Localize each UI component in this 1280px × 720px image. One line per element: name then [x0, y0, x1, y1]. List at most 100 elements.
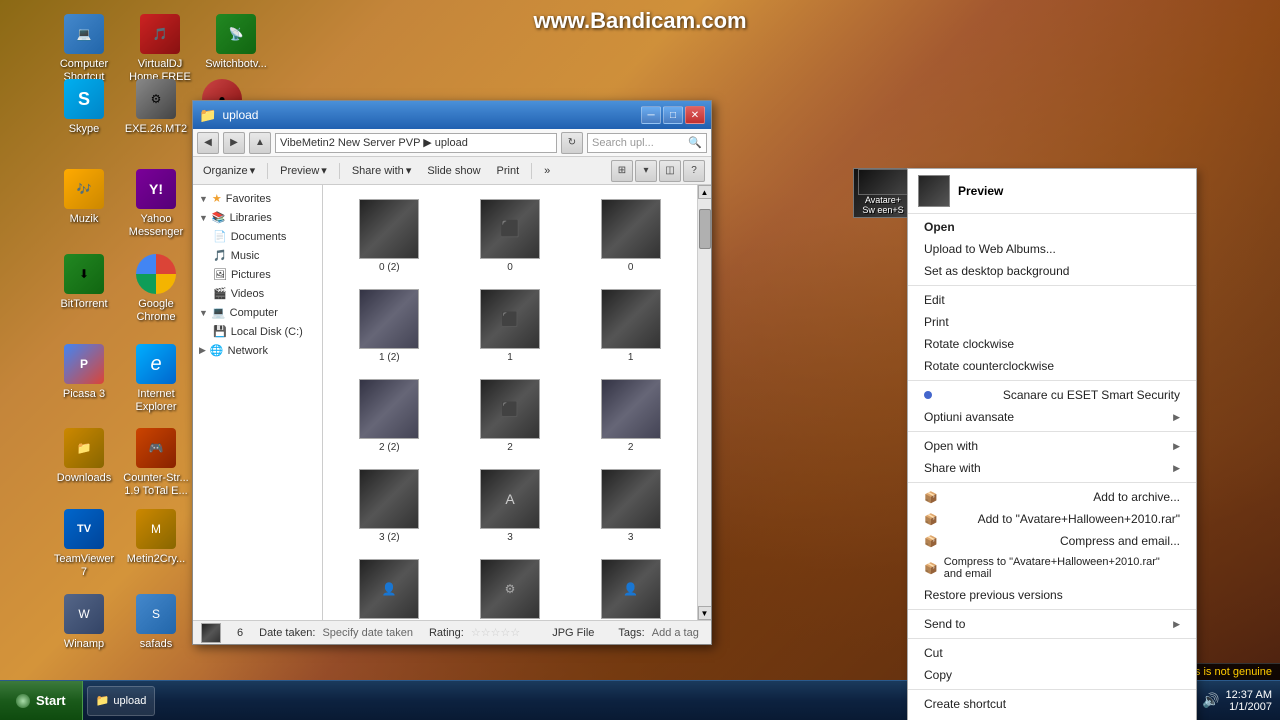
file-item[interactable]: ⬛ 1	[452, 283, 569, 369]
winamp-label: Winamp	[64, 638, 104, 651]
taskbar-item-explorer[interactable]: 📁 upload	[87, 686, 156, 716]
desktop-icon-picasa[interactable]: P Picasa 3	[44, 340, 124, 405]
desktop-icon-downloads[interactable]: 📁 Downloads	[44, 424, 124, 489]
desktop-icon-counter[interactable]: 🎮 Counter-Str...1.9 ToTal E...	[116, 424, 196, 502]
nav-local-disk[interactable]: 💾 Local Disk (C:)	[193, 322, 322, 341]
safads-icon: S	[136, 594, 176, 634]
help-button[interactable]: ?	[683, 160, 705, 182]
view-arrow-button[interactable]: ▾	[635, 160, 657, 182]
file-item[interactable]: 3	[572, 463, 689, 549]
window-titlebar: 📁 upload ─ □ ✕	[193, 101, 711, 129]
computer-icon: 💻	[64, 14, 104, 54]
desktop-icon-metin2[interactable]: M Metin2Cry...	[116, 505, 196, 570]
context-item-create-shortcut[interactable]: Create shortcut	[908, 693, 1196, 715]
favorites-section[interactable]: ▼ ★ Favorites	[193, 189, 322, 208]
file-panel: 0 (2) ⬛ 0 0 1 (2)	[323, 185, 697, 620]
context-item-desktop-bg[interactable]: Set as desktop background	[908, 260, 1196, 282]
scroll-track[interactable]	[698, 199, 711, 606]
context-item-copy[interactable]: Copy	[908, 664, 1196, 686]
file-item[interactable]: 1 (2)	[331, 283, 448, 369]
desktop: www.Bandicam.com 💻 ComputerShortcut 🎵 Vi…	[0, 0, 1280, 720]
minimize-button[interactable]: ─	[641, 106, 661, 124]
scrollbar-vertical[interactable]: ▲ ▼	[697, 185, 711, 620]
view-change-button[interactable]: ⊞	[611, 160, 633, 182]
file-item[interactable]: 2 (2)	[331, 373, 448, 459]
file-item[interactable]: ⬛ 0	[452, 193, 569, 279]
context-item-upload[interactable]: Upload to Web Albums...	[908, 238, 1196, 260]
scroll-up-arrow[interactable]: ▲	[698, 185, 712, 199]
file-item[interactable]: A 3	[452, 463, 569, 549]
close-button[interactable]: ✕	[685, 106, 705, 124]
file-thumbnail: ⬛	[480, 379, 540, 439]
desktop-icon-switch[interactable]: 📡 Switchbotv...	[196, 10, 276, 75]
desktop-icon-winamp[interactable]: W Winamp	[44, 590, 124, 655]
up-button[interactable]: ▲	[249, 132, 271, 154]
file-item[interactable]: ⚙ 4	[452, 553, 569, 620]
switch-icon: 📡	[216, 14, 256, 54]
context-item-optiuni[interactable]: Optiuni avansate ▶	[908, 406, 1196, 428]
file-item[interactable]: 👤 4 (2)	[331, 553, 448, 620]
file-item[interactable]: ⬛ 2	[452, 373, 569, 459]
preview-button[interactable]: Preview ▾	[276, 162, 331, 179]
file-item[interactable]: 👤 4	[572, 553, 689, 620]
maximize-button[interactable]: □	[663, 106, 683, 124]
nav-documents[interactable]: 📄 Documents	[193, 227, 322, 246]
search-placeholder: Search upl...	[592, 137, 654, 149]
address-path[interactable]: VibeMetin2 New Server PVP ▶ upload	[275, 133, 557, 153]
context-item-add-rar[interactable]: 📦 Add to "Avatare+Halloween+2010.rar"	[908, 508, 1196, 530]
computer-section[interactable]: ▼ 💻 Computer	[193, 303, 322, 322]
context-item-edit[interactable]: Edit	[908, 289, 1196, 311]
search-box[interactable]: Search upl... 🔍	[587, 133, 707, 153]
refresh-button[interactable]: ↻	[561, 132, 583, 154]
slideshow-button[interactable]: Slide show	[423, 163, 484, 179]
more-button[interactable]: »	[540, 163, 554, 179]
nav-music[interactable]: 🎵 Music	[193, 246, 322, 265]
context-item-open[interactable]: Open	[908, 216, 1196, 238]
context-item-compress-rar-email[interactable]: 📦 Compress to "Avatare+Halloween+2010.ra…	[908, 552, 1196, 584]
scroll-thumb[interactable]	[699, 209, 711, 249]
context-item-print[interactable]: Print	[908, 311, 1196, 333]
context-item-open-with[interactable]: Open with ▶	[908, 435, 1196, 457]
file-item[interactable]: 2	[572, 373, 689, 459]
file-label: 1 (2)	[379, 352, 400, 363]
context-item-cut[interactable]: Cut	[908, 642, 1196, 664]
context-item-eset[interactable]: Scanare cu ESET Smart Security	[908, 384, 1196, 406]
desktop-icon-skype[interactable]: S Skype	[44, 75, 124, 140]
print-button[interactable]: Print	[493, 163, 524, 179]
context-item-rotate-cw[interactable]: Rotate clockwise	[908, 333, 1196, 355]
back-button[interactable]: ◀	[197, 132, 219, 154]
context-item-delete[interactable]: Delete	[908, 715, 1196, 720]
file-label: 2	[628, 442, 634, 453]
desktop-icon-teamviewer[interactable]: TV TeamViewer7	[44, 505, 124, 583]
file-label: 2 (2)	[379, 442, 400, 453]
preview-pane-button[interactable]: ◫	[659, 160, 681, 182]
context-item-share-with[interactable]: Share with ▶	[908, 457, 1196, 479]
desktop-icon-bittorrent[interactable]: ⬇ BitTorrent	[44, 250, 124, 315]
context-item-add-archive[interactable]: 📦 Add to archive...	[908, 486, 1196, 508]
libraries-section[interactable]: ▼ 📚 Libraries	[193, 208, 322, 227]
nav-pictures[interactable]: 🖼 Pictures	[193, 265, 322, 284]
scroll-down-arrow[interactable]: ▼	[698, 606, 712, 620]
network-section[interactable]: ▶ 🌐 Network	[193, 341, 322, 360]
desktop-icon-safads[interactable]: S safads	[116, 590, 196, 655]
nav-panel: ▼ ★ Favorites ▼ 📚 Libraries 📄 Documents …	[193, 185, 323, 620]
context-item-send-to[interactable]: Send to ▶	[908, 613, 1196, 635]
volume-icon[interactable]: 🔊	[1202, 692, 1219, 709]
file-item[interactable]: 0 (2)	[331, 193, 448, 279]
file-thumbnail: ⬛	[480, 199, 540, 259]
context-item-compress-email[interactable]: 📦 Compress and email...	[908, 530, 1196, 552]
desktop-icon-muzik[interactable]: 🎶 Muzik	[44, 165, 124, 230]
context-item-rotate-ccw[interactable]: Rotate counterclockwise	[908, 355, 1196, 377]
context-item-restore[interactable]: Restore previous versions	[908, 584, 1196, 606]
exe-label: EXE.26.MT2	[125, 123, 187, 136]
file-item[interactable]: 0	[572, 193, 689, 279]
start-button[interactable]: Start	[0, 681, 83, 720]
organize-button[interactable]: Organize ▾	[199, 162, 259, 179]
forward-button[interactable]: ▶	[223, 132, 245, 154]
preview-arrow: ▾	[321, 164, 327, 177]
file-item[interactable]: 1	[572, 283, 689, 369]
file-item[interactable]: 3 (2)	[331, 463, 448, 549]
window-statusbar: 6 Date taken: Specify date taken Rating:…	[193, 620, 711, 644]
share-button[interactable]: Share with ▾	[348, 162, 416, 179]
nav-videos[interactable]: 🎬 Videos	[193, 284, 322, 303]
